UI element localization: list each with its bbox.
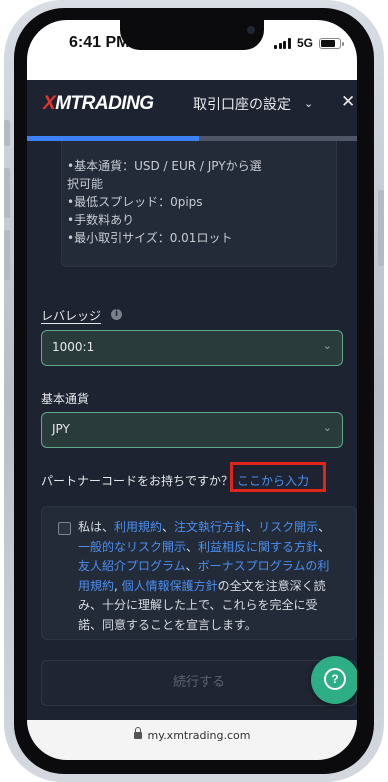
conflict-of-interest-link[interactable]: 利益相反に関する方針: [198, 540, 318, 554]
chevron-down-icon: ⌄: [322, 339, 332, 352]
highlight-box: [230, 462, 326, 492]
account-setup-title[interactable]: 取引口座の設定: [193, 94, 291, 114]
continue-button[interactable]: 続行する: [41, 660, 357, 706]
base-currency-label: 基本通貨: [41, 392, 90, 406]
agreement-box: 私は、利用規約、注文執行方針、リスク開示、一般的なリスク開示、利益相反に関する方…: [41, 506, 357, 640]
chevron-down-icon[interactable]: ⌄: [304, 97, 313, 110]
terms-link[interactable]: 利用規約: [114, 520, 162, 534]
leverage-label[interactable]: レバレッジ: [41, 307, 101, 324]
address-url: my.xmtrading.com: [27, 727, 357, 742]
base-currency-select[interactable]: JPY ⌄: [41, 412, 343, 448]
network-type: 5G: [296, 36, 313, 50]
battery-level: [321, 39, 336, 47]
xmtrading-logo[interactable]: XMTRADING: [43, 93, 154, 115]
info-line: •最低スプレッド：0pips: [67, 195, 203, 209]
battery-icon: [319, 37, 344, 49]
base-currency-value: JPY: [52, 422, 70, 436]
power-button: [378, 190, 384, 266]
volume-up-button: [4, 168, 10, 218]
privacy-policy-link[interactable]: 個人情報保護方針: [122, 579, 218, 593]
front-camera: [247, 26, 255, 34]
help-button[interactable]: ?: [311, 656, 357, 704]
info-icon[interactable]: i: [111, 309, 122, 320]
lock-icon: [133, 727, 142, 739]
help-icon: ?: [324, 668, 346, 690]
partner-code-question: パートナーコードをお持ちですか？: [41, 474, 234, 488]
info-line: •手数料あり: [67, 213, 135, 227]
mute-switch: [4, 120, 10, 146]
order-execution-policy-link[interactable]: 注文執行方針: [174, 520, 246, 534]
referral-program-link[interactable]: 友人紹介プログラム: [78, 559, 186, 573]
status-icons: 5G: [274, 36, 344, 50]
browser-address-bar[interactable]: my.xmtrading.com: [27, 720, 357, 760]
info-line: •基本通貨：USD / EUR / JPYから選: [67, 159, 262, 173]
volume-down-button: [4, 230, 10, 280]
general-risk-disclosure-link[interactable]: 一般的なリスク開示: [78, 540, 186, 554]
status-bar: 6:41 PM 5G: [27, 20, 357, 80]
notch: [120, 20, 264, 50]
leverage-value: 1000:1: [52, 340, 95, 354]
phone-screen: 6:41 PM 5G XMTRADING 取引口座の設定 ⌄ ✕ •基本通貨：U…: [27, 20, 357, 760]
chevron-down-icon: ⌄: [322, 421, 332, 434]
info-line: 択可能: [67, 177, 104, 191]
signal-icon: [274, 37, 291, 49]
risk-disclosure-link[interactable]: リスク開示: [258, 520, 318, 534]
close-icon[interactable]: ✕: [341, 92, 355, 112]
agreement-text: 私は、利用規約、注文執行方針、リスク開示、一般的なリスク開示、利益相反に関する方…: [78, 520, 331, 632]
url-text: my.xmtrading.com: [147, 729, 251, 742]
leverage-select[interactable]: 1000:1 ⌄: [41, 330, 343, 366]
app-header: XMTRADING 取引口座の設定 ⌄ ✕: [27, 80, 357, 136]
agreement-checkbox[interactable]: [58, 522, 71, 535]
info-line: •最小取引サイズ：0.01ロット: [67, 231, 233, 245]
